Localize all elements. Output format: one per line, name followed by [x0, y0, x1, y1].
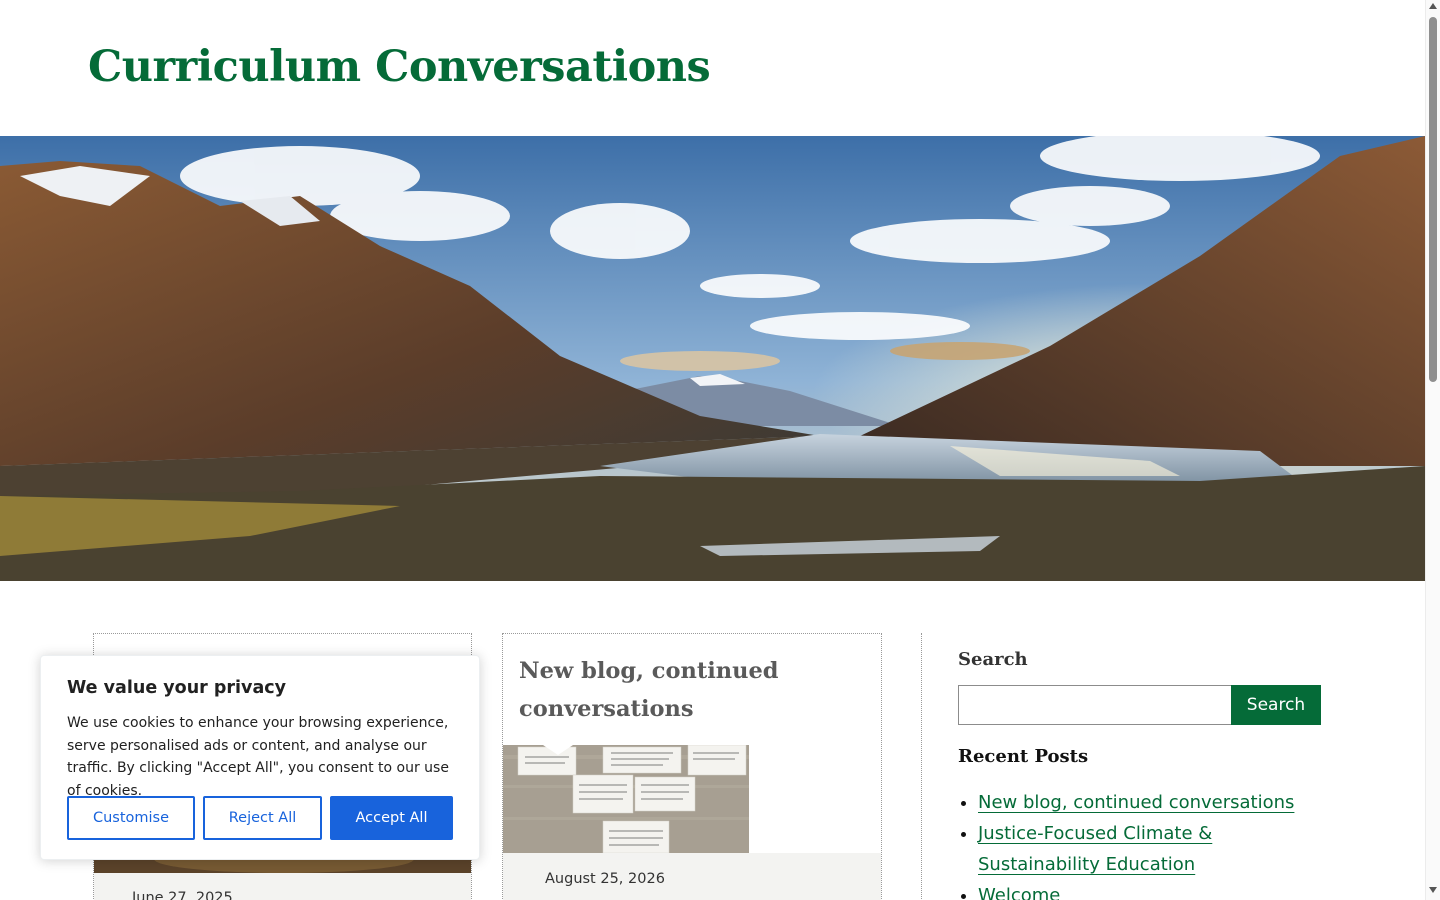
recent-post-link[interactable]: Welcome — [978, 885, 1060, 900]
list-item: Welcome — [978, 880, 1338, 900]
post-date: August 25, 2026 — [545, 871, 665, 887]
list-item: Justice-Focused Climate & Sustainability… — [978, 818, 1338, 880]
site-header: Curriculum Conversations — [0, 0, 1425, 136]
cookie-description: We use cookies to enhance your browsing … — [67, 715, 449, 799]
post-meta: August 25, 2026 — [503, 853, 881, 900]
scroll-down-arrow-icon[interactable] — [1429, 887, 1437, 893]
scroll-up-arrow-icon[interactable] — [1429, 3, 1437, 9]
recent-posts-heading: Recent Posts — [958, 746, 1089, 767]
recent-post-link[interactable]: Justice-Focused Climate & Sustainability… — [978, 823, 1212, 875]
customise-button[interactable]: Customise — [67, 796, 195, 840]
sidebar-divider — [921, 633, 922, 900]
scrollbar[interactable] — [1425, 0, 1440, 900]
cookie-consent-banner: We value your privacy We use cookies to … — [40, 655, 480, 860]
recent-post-link[interactable]: New blog, continued conversations — [978, 792, 1294, 813]
recent-posts-list: New blog, continued conversations Justic… — [978, 787, 1338, 900]
post-meta: June 27, 2025 — [94, 873, 471, 900]
search-label: Search — [958, 649, 1028, 670]
post-thumbnail[interactable] — [503, 745, 749, 853]
list-item: New blog, continued conversations — [978, 787, 1338, 818]
post-card[interactable]: New blog, continued conversations August… — [502, 633, 882, 900]
search-button[interactable]: Search — [1231, 685, 1321, 725]
hero-image — [0, 136, 1425, 581]
search-input[interactable] — [958, 685, 1232, 725]
reject-all-button[interactable]: Reject All — [203, 796, 322, 840]
post-date: June 27, 2025 — [132, 890, 233, 900]
cookie-title: We value your privacy — [67, 678, 287, 698]
site-title[interactable]: Curriculum Conversations — [88, 42, 711, 92]
scroll-thumb[interactable] — [1429, 17, 1437, 382]
accept-all-button[interactable]: Accept All — [330, 796, 453, 840]
post-title[interactable]: New blog, continued conversations — [519, 652, 859, 728]
